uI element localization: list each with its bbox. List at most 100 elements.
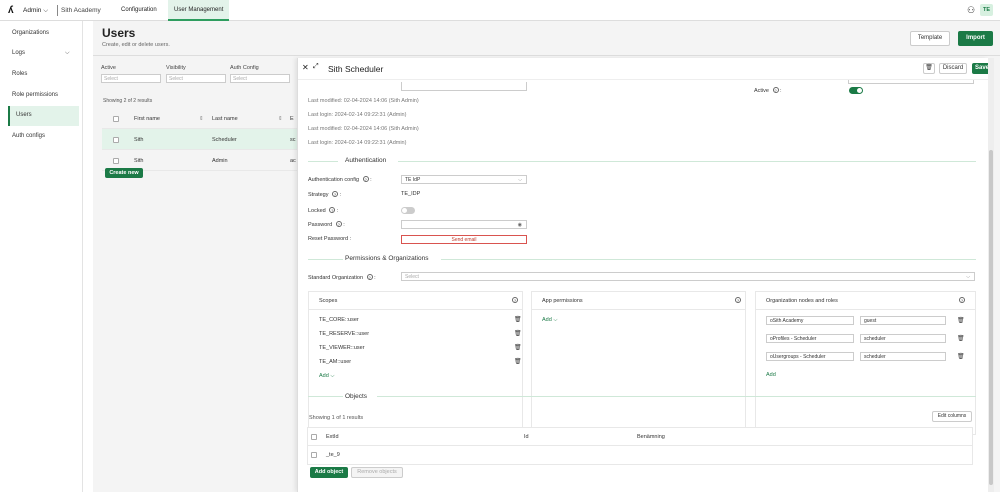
column-header-first-name[interactable]: First name [134,116,160,122]
trash-icon[interactable]: 🗑 [957,353,965,360]
select-all-checkbox[interactable] [113,116,119,122]
sidebar-item-auth-configs[interactable]: Auth configs [12,133,45,139]
remove-objects-button[interactable]: Remove objects [351,467,403,478]
template-button[interactable]: Template [910,31,950,46]
help-icon[interactable]: ? [772,87,779,93]
auth-config-label: Authentication config ? : [308,176,372,183]
sidebar-item-role-permissions[interactable]: Role permissions [12,92,58,98]
add-scope-link[interactable]: Add ⌵ [319,373,335,380]
help-icon[interactable]: ? [329,207,336,213]
header-divider [93,55,1000,56]
trash-icon[interactable]: 🗑 [923,63,935,74]
password-input[interactable]: ◉ [401,220,527,229]
create-new-button[interactable]: Create new [105,168,143,178]
expand-icon[interactable]: ⤢ [313,63,319,71]
cell-email: sc [290,137,296,143]
chevron-down-icon: ⌵ [518,177,522,183]
add-org-node-link[interactable]: Add [766,372,776,378]
meta-last-login: Last login: 2024-02-14 09:22:31 (Admin) [308,140,407,146]
trash-icon[interactable]: 🗑 [514,316,522,323]
app-name: Sith Academy [61,7,101,14]
standard-org-select[interactable]: Select ⌵ [401,272,975,281]
app-permissions-title: App permissions [542,298,583,304]
add-app-permission-link[interactable]: Add ⌵ [542,317,558,324]
active-toggle[interactable] [849,87,863,94]
cell-email: ac [290,158,296,164]
role-select[interactable]: scheduler [860,352,946,361]
send-email-button[interactable]: Send email [401,235,527,244]
edit-columns-button[interactable]: Edit columns [932,411,972,422]
sidebar-item-roles[interactable]: Roles [12,71,27,77]
cell-last-name: Scheduler [212,137,237,143]
org-node-select[interactable]: oUsergroups - Scheduler [766,352,854,361]
avatar[interactable]: TE [980,4,993,16]
cell-extid: _te_9 [326,452,340,458]
select-all-checkbox[interactable] [311,434,317,440]
sort-icon[interactable]: ⇕ [278,116,283,122]
meta-last-modified: Last modified: 02-04-2024 14:06 (Sith Ad… [308,98,419,104]
locked-toggle[interactable] [401,207,415,214]
row-checkbox[interactable] [113,158,119,164]
cell-last-name: Admin [212,158,228,164]
trash-icon[interactable]: 🗑 [957,335,965,342]
column-header-id[interactable]: Id [524,434,529,440]
role-select[interactable]: scheduler [860,334,946,343]
sidebar-item-users[interactable]: Users [8,106,79,126]
close-icon[interactable]: ✕ [302,63,309,72]
org-node-select[interactable]: oProfiles - Scheduler [766,334,854,343]
panel-title: Sith Scheduler [328,64,384,74]
top-right-input[interactable] [848,80,974,84]
column-header-extid[interactable]: ExtId [326,434,339,440]
help-icon[interactable]: ? [362,176,369,182]
objects-table-header: ExtId Id Benämning [308,428,972,446]
filter-active-select[interactable]: Select [101,74,161,83]
app-logo[interactable]: ʎ [8,5,14,16]
row-checkbox[interactable] [311,452,317,458]
table-row[interactable]: Sith Scheduler sc [102,129,302,150]
sort-icon[interactable]: ⇕ [199,116,204,122]
help-icon[interactable]: ? [735,297,741,303]
sidebar-item-logs[interactable]: Logs [12,50,25,56]
nav-user-management[interactable]: User Management [168,0,230,21]
auth-config-select[interactable]: TE IdP ⌵ [401,175,527,184]
row-checkbox[interactable] [113,137,119,143]
help-icon[interactable]: ? [335,221,342,227]
help-icon[interactable]: ? [959,297,965,303]
org-node-select[interactable]: oSith Academy [766,316,854,325]
add-object-button[interactable]: Add object [310,467,348,478]
nav-configuration[interactable]: Configuration [121,7,157,13]
column-header-last-name[interactable]: Last name [212,116,238,122]
discard-button[interactable]: Discard [939,63,967,74]
description-textarea[interactable] [401,82,527,91]
toggle-knob [402,208,407,213]
chevron-down-icon[interactable]: ⌵ [65,50,70,57]
section-divider [308,259,343,260]
trash-icon[interactable]: 🗑 [514,344,522,351]
filter-visibility-select[interactable]: Select [166,74,226,83]
column-header-name[interactable]: Benämning [637,434,665,440]
column-header-email[interactable]: E [290,116,294,122]
trash-icon[interactable]: 🗑 [957,317,965,324]
section-divider [377,396,976,397]
scopes-card: Scopes ? TE_CORE::user 🗑 TE_RESERVE::use… [308,291,523,435]
standard-org-label: Standard Organization ? : [308,274,376,281]
scrollbar-thumb[interactable] [989,150,993,485]
help-icon[interactable]: ? [512,297,518,303]
user-icon[interactable]: ⚇ [967,5,975,16]
filter-label-visibility: Visibility [166,65,186,71]
help-icon[interactable]: ? [366,274,373,280]
import-button[interactable]: Import [958,31,993,46]
trash-icon[interactable]: 🗑 [514,358,522,365]
eye-icon[interactable]: ◉ [518,222,522,228]
org-selector[interactable]: Admin ⌵ [23,7,48,15]
sidebar-item-organizations[interactable]: Organizations [12,30,49,36]
table-header: First name ⇕ Last name ⇕ E [102,108,302,129]
trash-icon[interactable]: 🗑 [514,330,522,337]
user-detail-panel: ✕ ⤢ Sith Scheduler 🗑 Discard Save Active… [297,58,992,492]
filter-auth-config-select[interactable]: Select [230,74,290,83]
page-title: Users [102,26,136,40]
role-select[interactable]: guest [860,316,946,325]
authentication-heading: Authentication [345,157,387,164]
help-icon[interactable]: ? [332,191,339,197]
table-row[interactable]: _te_9 [308,446,972,465]
